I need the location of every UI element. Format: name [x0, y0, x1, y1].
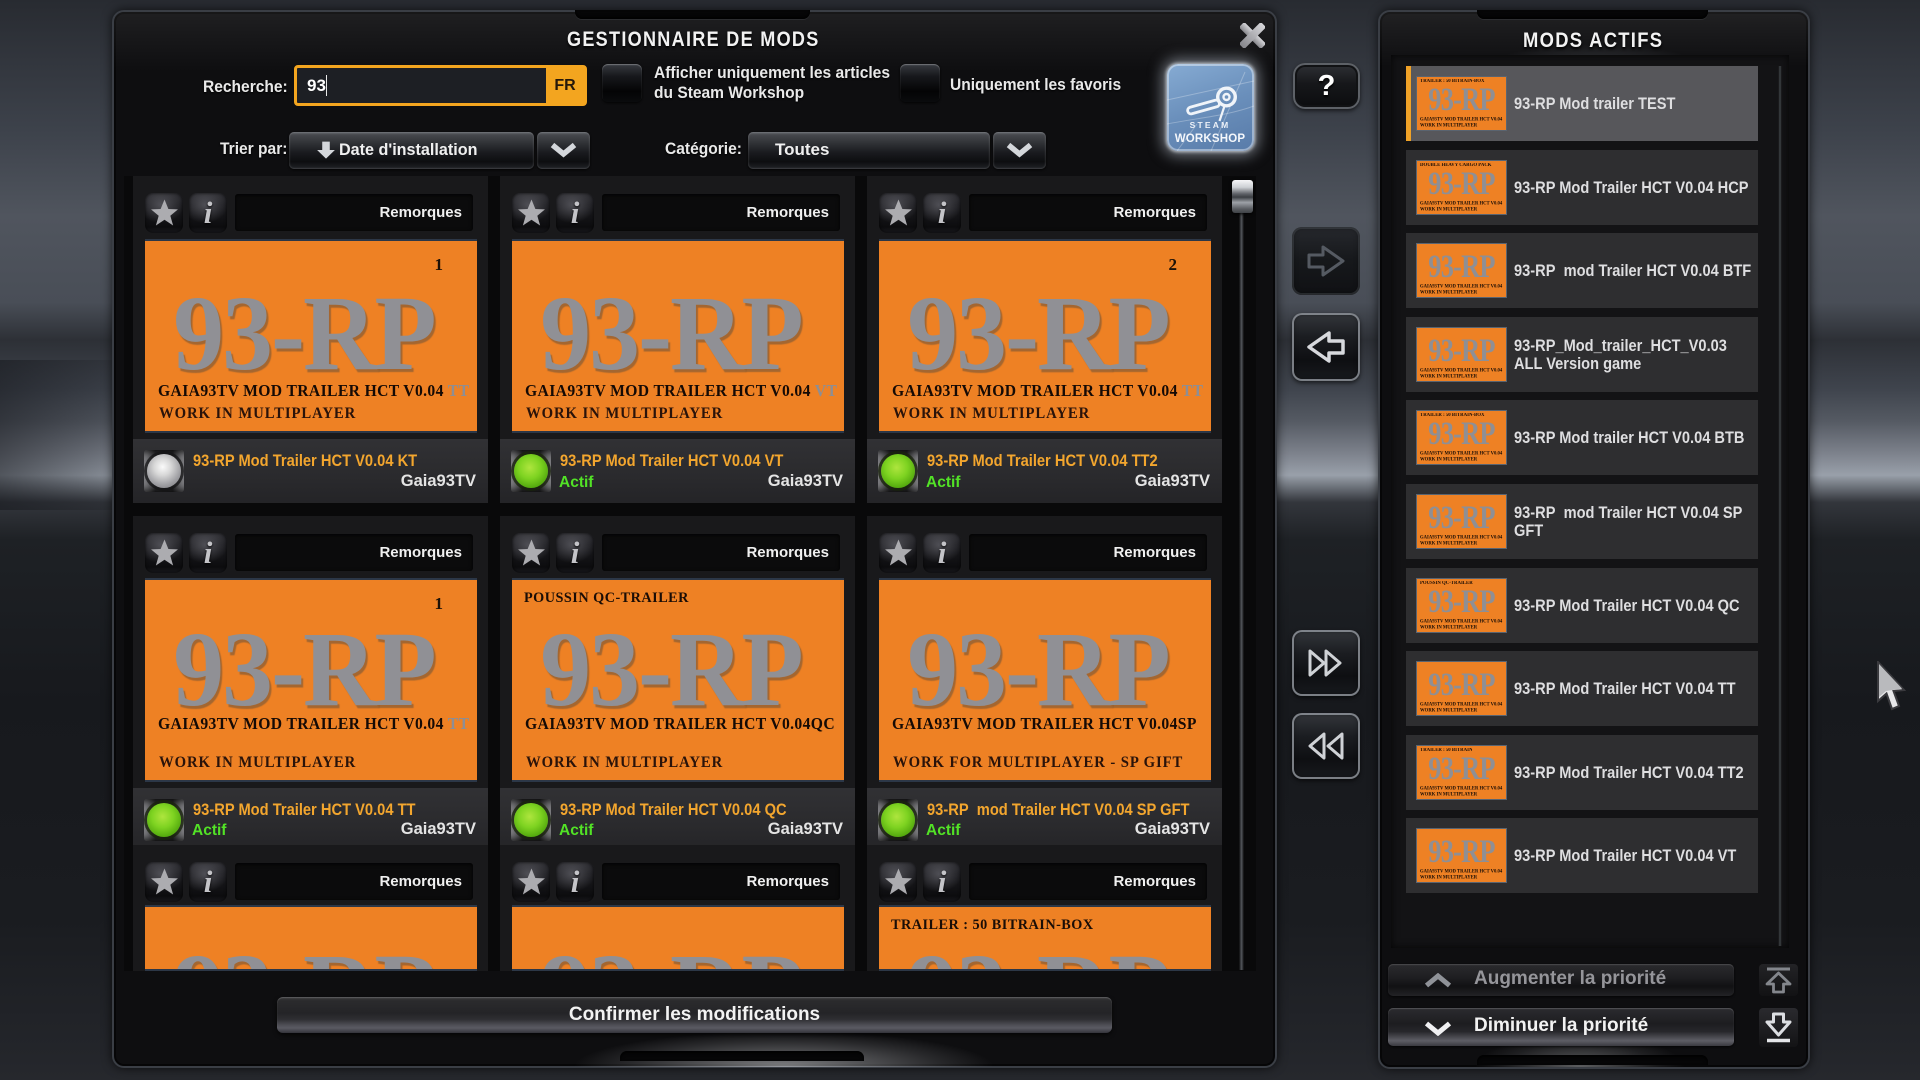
- svg-text:STEAM: STEAM: [1190, 120, 1231, 130]
- svg-text:WORKSHOP: WORKSHOP: [1175, 133, 1246, 145]
